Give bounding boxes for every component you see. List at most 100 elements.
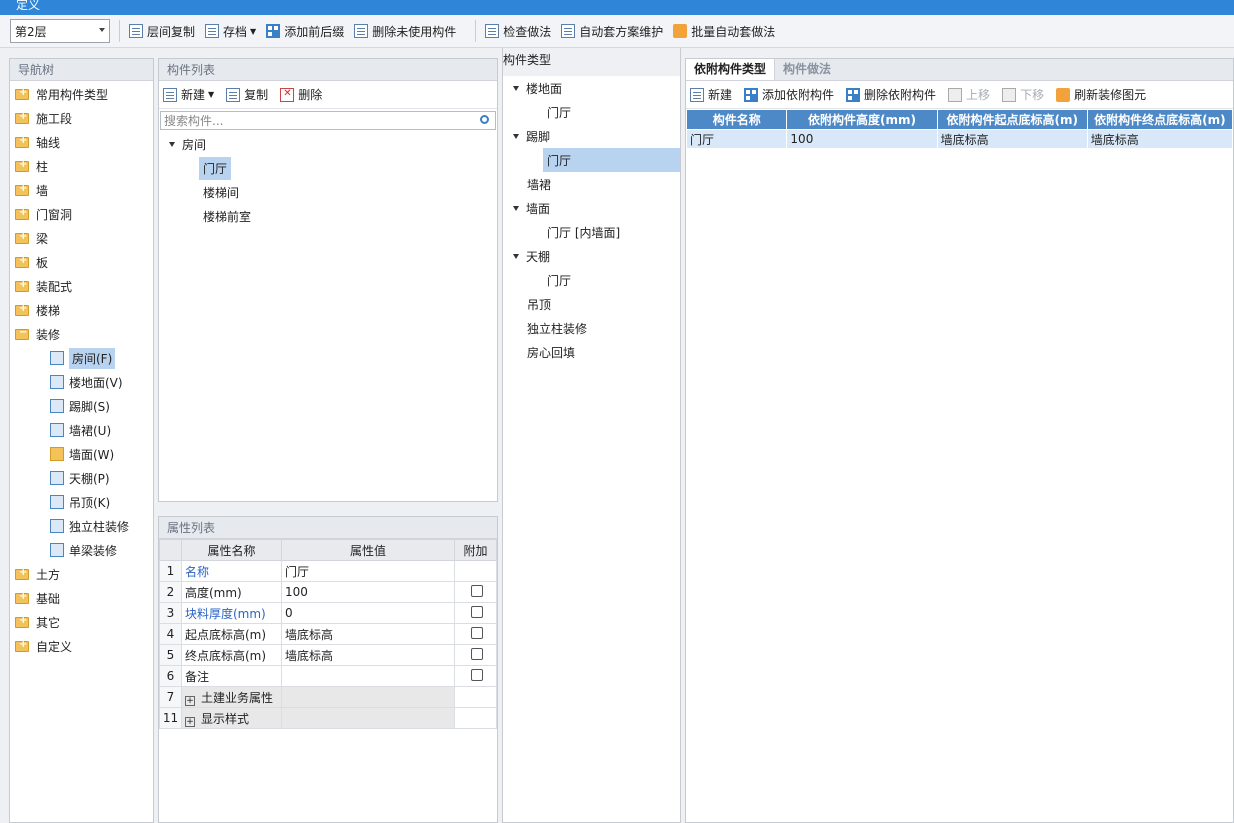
attached-name-cell[interactable]: 门厅 <box>685 129 788 149</box>
property-value[interactable]: 墙底标高 <box>281 644 455 666</box>
table-row[interactable]: 3 块料厚度(mm) 0 <box>159 602 497 624</box>
batch-icon <box>673 24 688 38</box>
table-row[interactable]: 7 + 土建业务属性 <box>159 686 497 708</box>
type-leaf[interactable]: 门厅 <box>503 268 680 292</box>
nav-item[interactable]: 基础 <box>10 586 153 610</box>
nav-sub-column[interactable]: 独立柱装修 <box>10 514 153 538</box>
add-attached-button[interactable]: 添加依附构件 <box>744 86 834 103</box>
tree-root-room[interactable]: 房间 <box>159 132 497 156</box>
type-leaf[interactable]: 门厅 <box>503 100 680 124</box>
type-node-dado[interactable]: 墙裙 <box>503 172 680 196</box>
nav-item[interactable]: 装配式 <box>10 274 153 298</box>
nav-item[interactable]: 土方 <box>10 562 153 586</box>
expand-icon[interactable]: + <box>185 695 195 706</box>
nav-item[interactable]: 墙 <box>10 178 153 202</box>
type-node-column[interactable]: 独立柱装修 <box>503 316 680 340</box>
type-leaf[interactable]: 门厅 [内墙面] <box>503 220 680 244</box>
refresh-decoration-button[interactable]: 刷新装修图元 <box>1056 86 1146 103</box>
nav-item[interactable]: 常用构件类型 <box>10 82 153 106</box>
folder-icon <box>15 591 29 604</box>
table-row[interactable]: 11 + 显示样式 <box>159 707 497 729</box>
nav-sub-ceiling[interactable]: 天棚(P) <box>10 466 153 490</box>
tree-leaf-stair-antechamber[interactable]: 楼梯前室 <box>159 204 497 228</box>
table-row[interactable]: 1 名称 门厅 <box>159 560 497 582</box>
type-node-backfill[interactable]: 房心回填 <box>503 340 680 364</box>
type-leaf-selected[interactable]: 门厅 <box>543 148 680 172</box>
property-table: 属性名称 属性值 附加 1 名称 门厅 2 高度(mm) 100 3 块料厚度(… <box>159 539 497 729</box>
nav-item[interactable]: 柱 <box>10 154 153 178</box>
floor-copy-button[interactable]: 层间复制 <box>129 23 195 40</box>
property-value[interactable]: 0 <box>281 602 455 624</box>
extra-checkbox[interactable] <box>471 668 483 681</box>
floor-select[interactable]: 第2层 <box>10 19 110 43</box>
nav-item[interactable]: 其它 <box>10 610 153 634</box>
caret-down-icon[interactable] <box>513 205 519 211</box>
caret-down-icon[interactable] <box>169 141 175 147</box>
attached-height-cell[interactable]: 100 <box>786 129 938 149</box>
attached-start-elev-cell[interactable]: 墙底标高 <box>936 129 1088 149</box>
move-up-button[interactable]: 上移 <box>948 86 990 103</box>
delete-unused-button[interactable]: 删除未使用构件 <box>354 23 456 40</box>
extra-checkbox[interactable] <box>471 584 483 597</box>
nav-sub-room[interactable]: 房间(F) <box>10 346 153 370</box>
table-row[interactable]: 2 高度(mm) 100 <box>159 581 497 603</box>
type-node-skirting[interactable]: 踢脚 <box>503 124 680 148</box>
nav-item[interactable]: 板 <box>10 250 153 274</box>
check-method-button[interactable]: 检查做法 <box>485 23 551 40</box>
tree-leaf-stairwell[interactable]: 楼梯间 <box>159 180 497 204</box>
copy-component-button[interactable]: 复制 <box>226 86 268 103</box>
property-group[interactable]: + 显示样式 <box>181 707 282 729</box>
expand-icon[interactable]: + <box>185 716 195 727</box>
new-attached-button[interactable]: 新建 <box>690 86 732 103</box>
attached-end-elev-cell[interactable]: 墙底标高 <box>1086 129 1234 149</box>
property-value[interactable]: 墙底标高 <box>281 623 455 645</box>
search-icon[interactable] <box>480 115 489 124</box>
nav-item[interactable]: 轴线 <box>10 130 153 154</box>
nav-sub-dado[interactable]: 墙裙(U) <box>10 418 153 442</box>
auto-scheme-button[interactable]: 自动套方案维护 <box>561 23 663 40</box>
archive-button[interactable]: 存档 ▼ <box>205 23 256 40</box>
batch-auto-button[interactable]: 批量自动套做法 <box>673 23 775 40</box>
table-row[interactable]: 5 终点底标高(m) 墙底标高 <box>159 644 497 666</box>
nav-item[interactable]: 门窗洞 <box>10 202 153 226</box>
folder-icon <box>15 303 29 316</box>
type-node-suspended-ceiling[interactable]: 吊顶 <box>503 292 680 316</box>
right-tabs: 依附构件类型 构件做法 <box>686 59 1233 81</box>
type-node-ceiling[interactable]: 天棚 <box>503 244 680 268</box>
move-down-button[interactable]: 下移 <box>1002 86 1044 103</box>
type-node-wall[interactable]: 墙面 <box>503 196 680 220</box>
nav-item[interactable]: 楼梯 <box>10 298 153 322</box>
nav-sub-suspended-ceiling[interactable]: 吊顶(K) <box>10 490 153 514</box>
property-value[interactable]: 100 <box>281 581 455 603</box>
nav-item-decoration[interactable]: 装修 <box>10 322 153 346</box>
tab-attached-types[interactable]: 依附构件类型 <box>686 59 776 80</box>
extra-checkbox[interactable] <box>471 647 483 660</box>
extra-checkbox[interactable] <box>471 626 483 639</box>
nav-sub-beam[interactable]: 单梁装修 <box>10 538 153 562</box>
tab-component-method[interactable]: 构件做法 <box>775 59 839 80</box>
new-component-button[interactable]: 新建 ▼ <box>163 86 214 103</box>
tree-leaf-lobby[interactable]: 门厅 <box>159 156 497 180</box>
table-row[interactable]: 6 备注 <box>159 665 497 687</box>
nav-item[interactable]: 梁 <box>10 226 153 250</box>
search-input[interactable]: 搜索构件... <box>160 111 496 130</box>
nav-sub-floor[interactable]: 楼地面(V) <box>10 370 153 394</box>
nav-sub-skirting[interactable]: 踢脚(S) <box>10 394 153 418</box>
nav-item[interactable]: 自定义 <box>10 634 153 658</box>
add-affix-button[interactable]: 添加前后缀 <box>266 23 344 40</box>
extra-checkbox[interactable] <box>471 605 483 618</box>
table-row[interactable]: 门厅 100 墙底标高 墙底标高 <box>685 129 1234 149</box>
property-value[interactable]: 门厅 <box>281 560 455 582</box>
type-node-floor[interactable]: 楼地面 <box>503 76 680 100</box>
nav-sub-wall[interactable]: 墙面(W) <box>10 442 153 466</box>
delete-component-button[interactable]: 删除 <box>280 86 322 103</box>
delete-attached-button[interactable]: 删除依附构件 <box>846 86 936 103</box>
table-row[interactable]: 4 起点底标高(m) 墙底标高 <box>159 623 497 645</box>
caret-down-icon[interactable] <box>513 253 519 259</box>
caret-down-icon[interactable] <box>513 133 519 139</box>
row-number: 1 <box>159 560 182 582</box>
property-group[interactable]: + 土建业务属性 <box>181 686 282 708</box>
caret-down-icon[interactable] <box>513 85 519 91</box>
nav-item[interactable]: 施工段 <box>10 106 153 130</box>
property-value[interactable] <box>281 665 455 687</box>
